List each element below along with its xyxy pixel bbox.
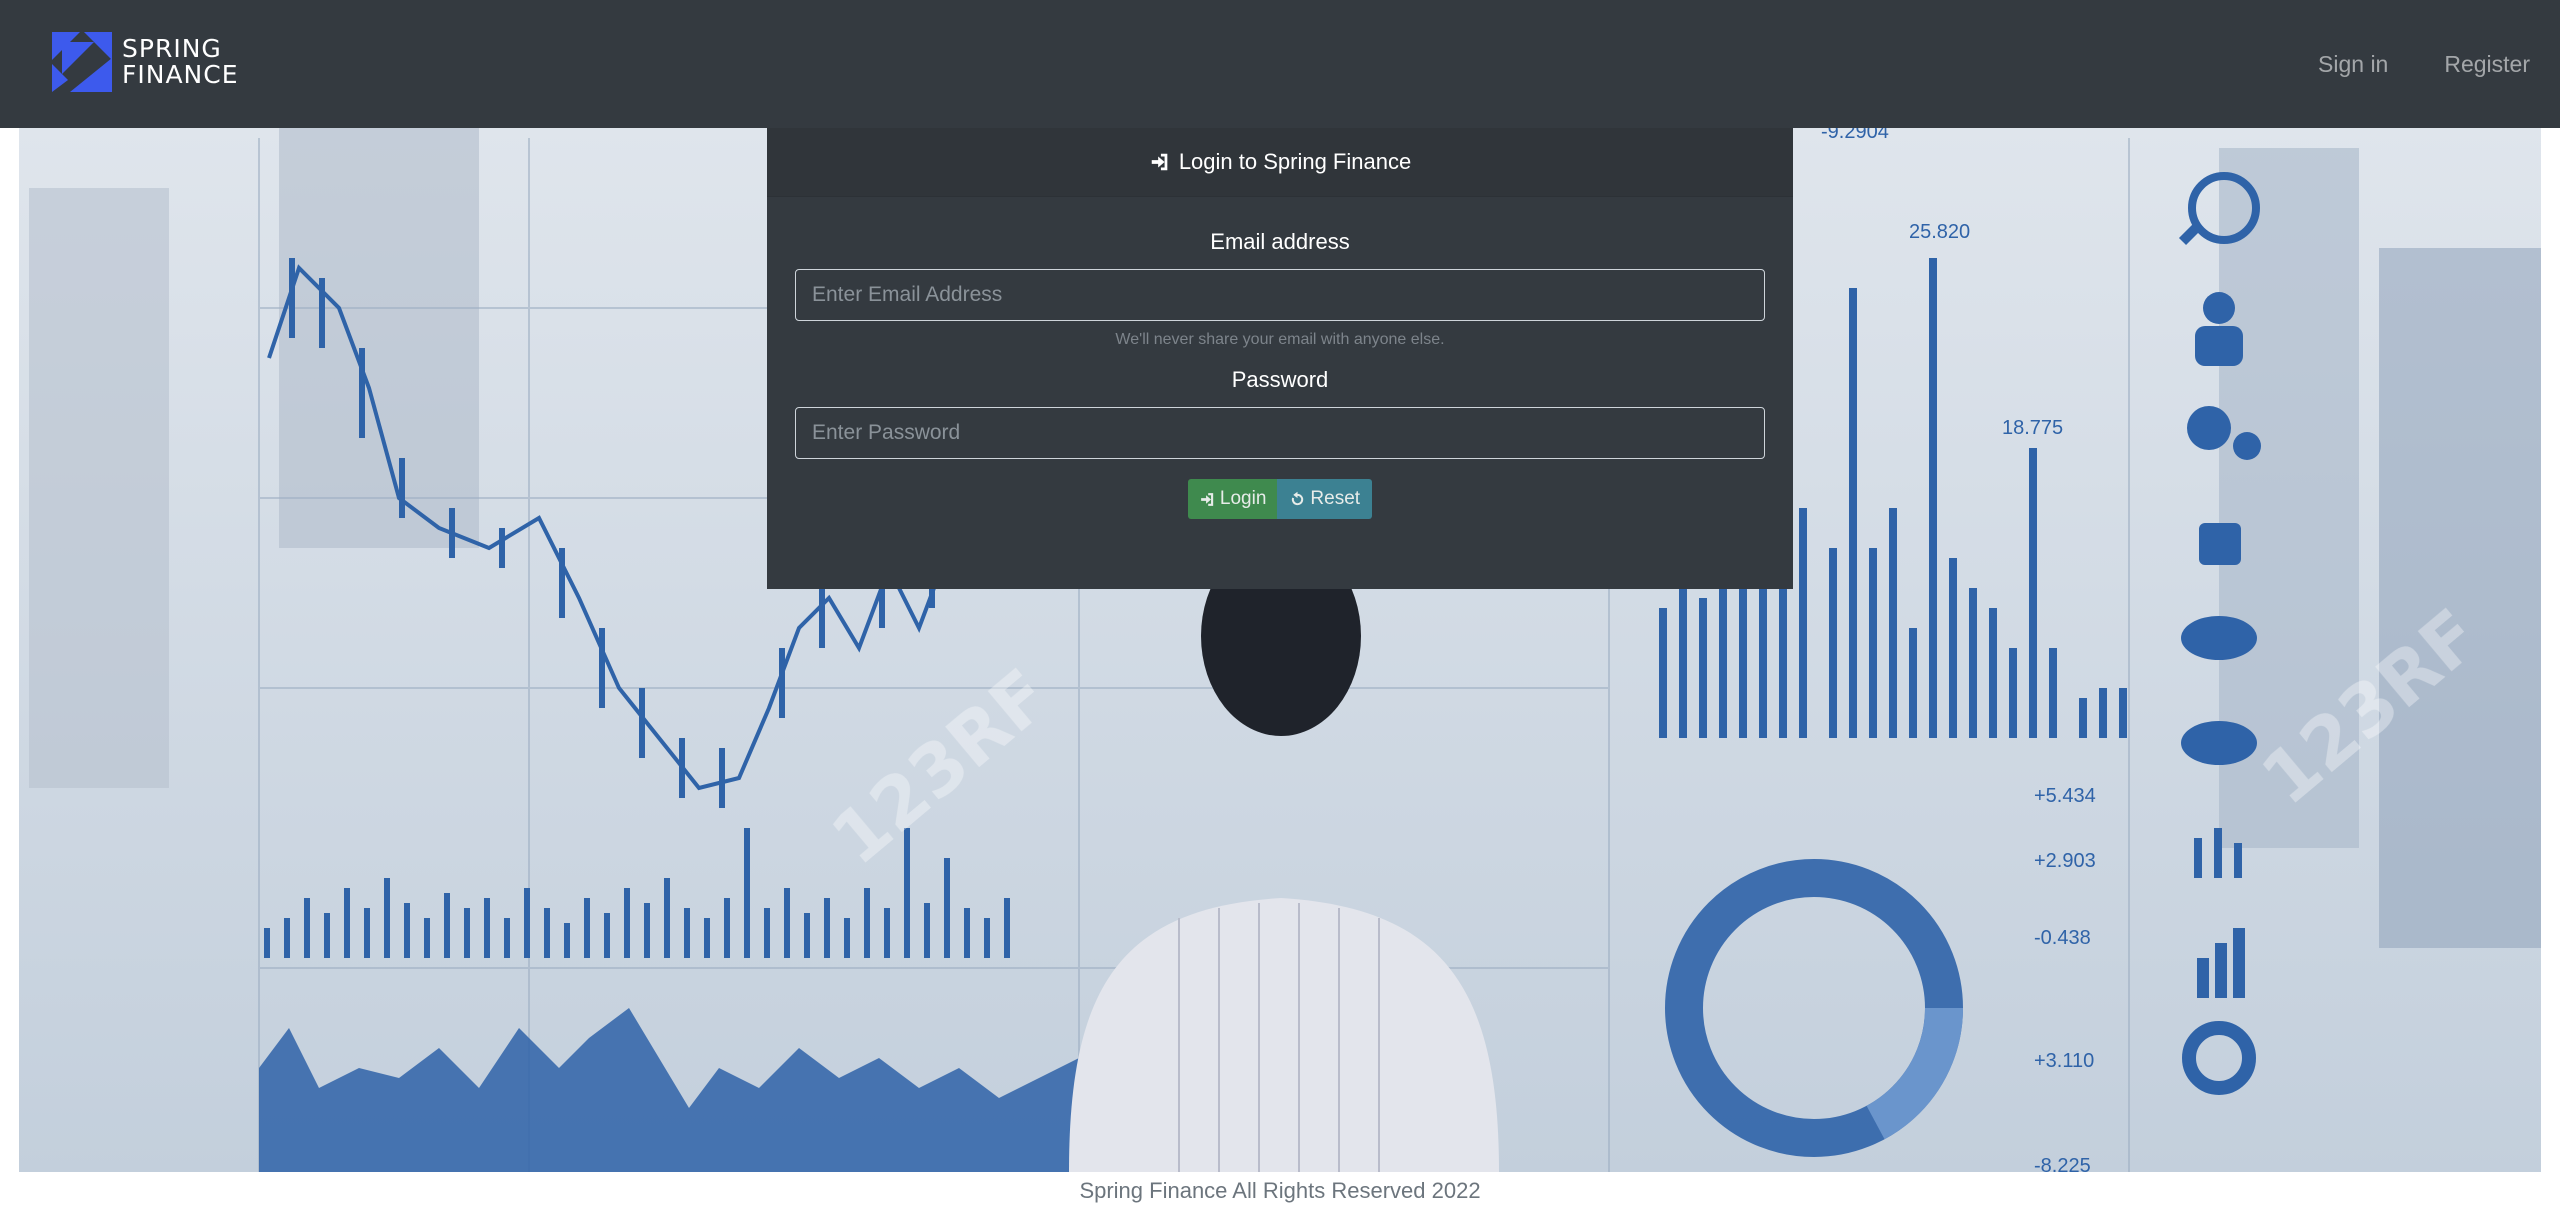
password-field[interactable] [795, 407, 1765, 459]
chart-label-6: -0.438 [2034, 927, 2091, 949]
reset-button-label: Reset [1310, 488, 1361, 509]
chart-label-7: +3.110 [2034, 1050, 2094, 1072]
chart-label-5: +2.903 [2034, 850, 2096, 872]
nav-register-link[interactable]: Register [2416, 51, 2554, 78]
brand-name-line2: FINANCE [122, 60, 239, 89]
footer-copyright: Spring Finance All Rights Reserved 2022 [1079, 1178, 1481, 1203]
login-actions: Login Reset [767, 479, 1793, 519]
chart-label-4: +5.434 [2034, 785, 2096, 807]
sign-in-icon [1201, 492, 1214, 506]
brand-logo[interactable]: SPRING FINANCE [50, 30, 239, 94]
sign-in-icon [1151, 153, 1168, 171]
chart-label-1: -9.2904 [1821, 128, 1889, 143]
spring-finance-logo-icon [52, 32, 112, 92]
brand-name-line1: SPRING [122, 34, 222, 63]
login-button-label: Login [1219, 488, 1267, 509]
undo-icon [1292, 491, 1304, 505]
login-button[interactable]: Login [1187, 479, 1278, 519]
login-card: Login to Spring Finance Email address We… [767, 128, 1793, 589]
reset-button[interactable]: Reset [1277, 479, 1373, 519]
brand-name: SPRING FINANCE [122, 36, 239, 88]
email-label: Email address [1210, 229, 1350, 254]
login-card-header: Login to Spring Finance [767, 128, 1793, 197]
email-field[interactable] [795, 269, 1765, 321]
chart-label-2: 25.820 [1909, 221, 1970, 243]
top-navbar: SPRING FINANCE Sign in Register [0, 0, 2560, 128]
password-label: Password [1231, 367, 1329, 392]
login-title: Login to Spring Finance [1178, 149, 1412, 174]
chart-label-3: 18.775 [2002, 417, 2063, 439]
email-help-text: We'll never share your email with anyone… [1115, 331, 1445, 348]
nav-links: Sign in Register [2290, 0, 2554, 128]
nav-signin-link[interactable]: Sign in [2290, 51, 2416, 78]
chart-label-8: -8.225 [2034, 1155, 2091, 1172]
